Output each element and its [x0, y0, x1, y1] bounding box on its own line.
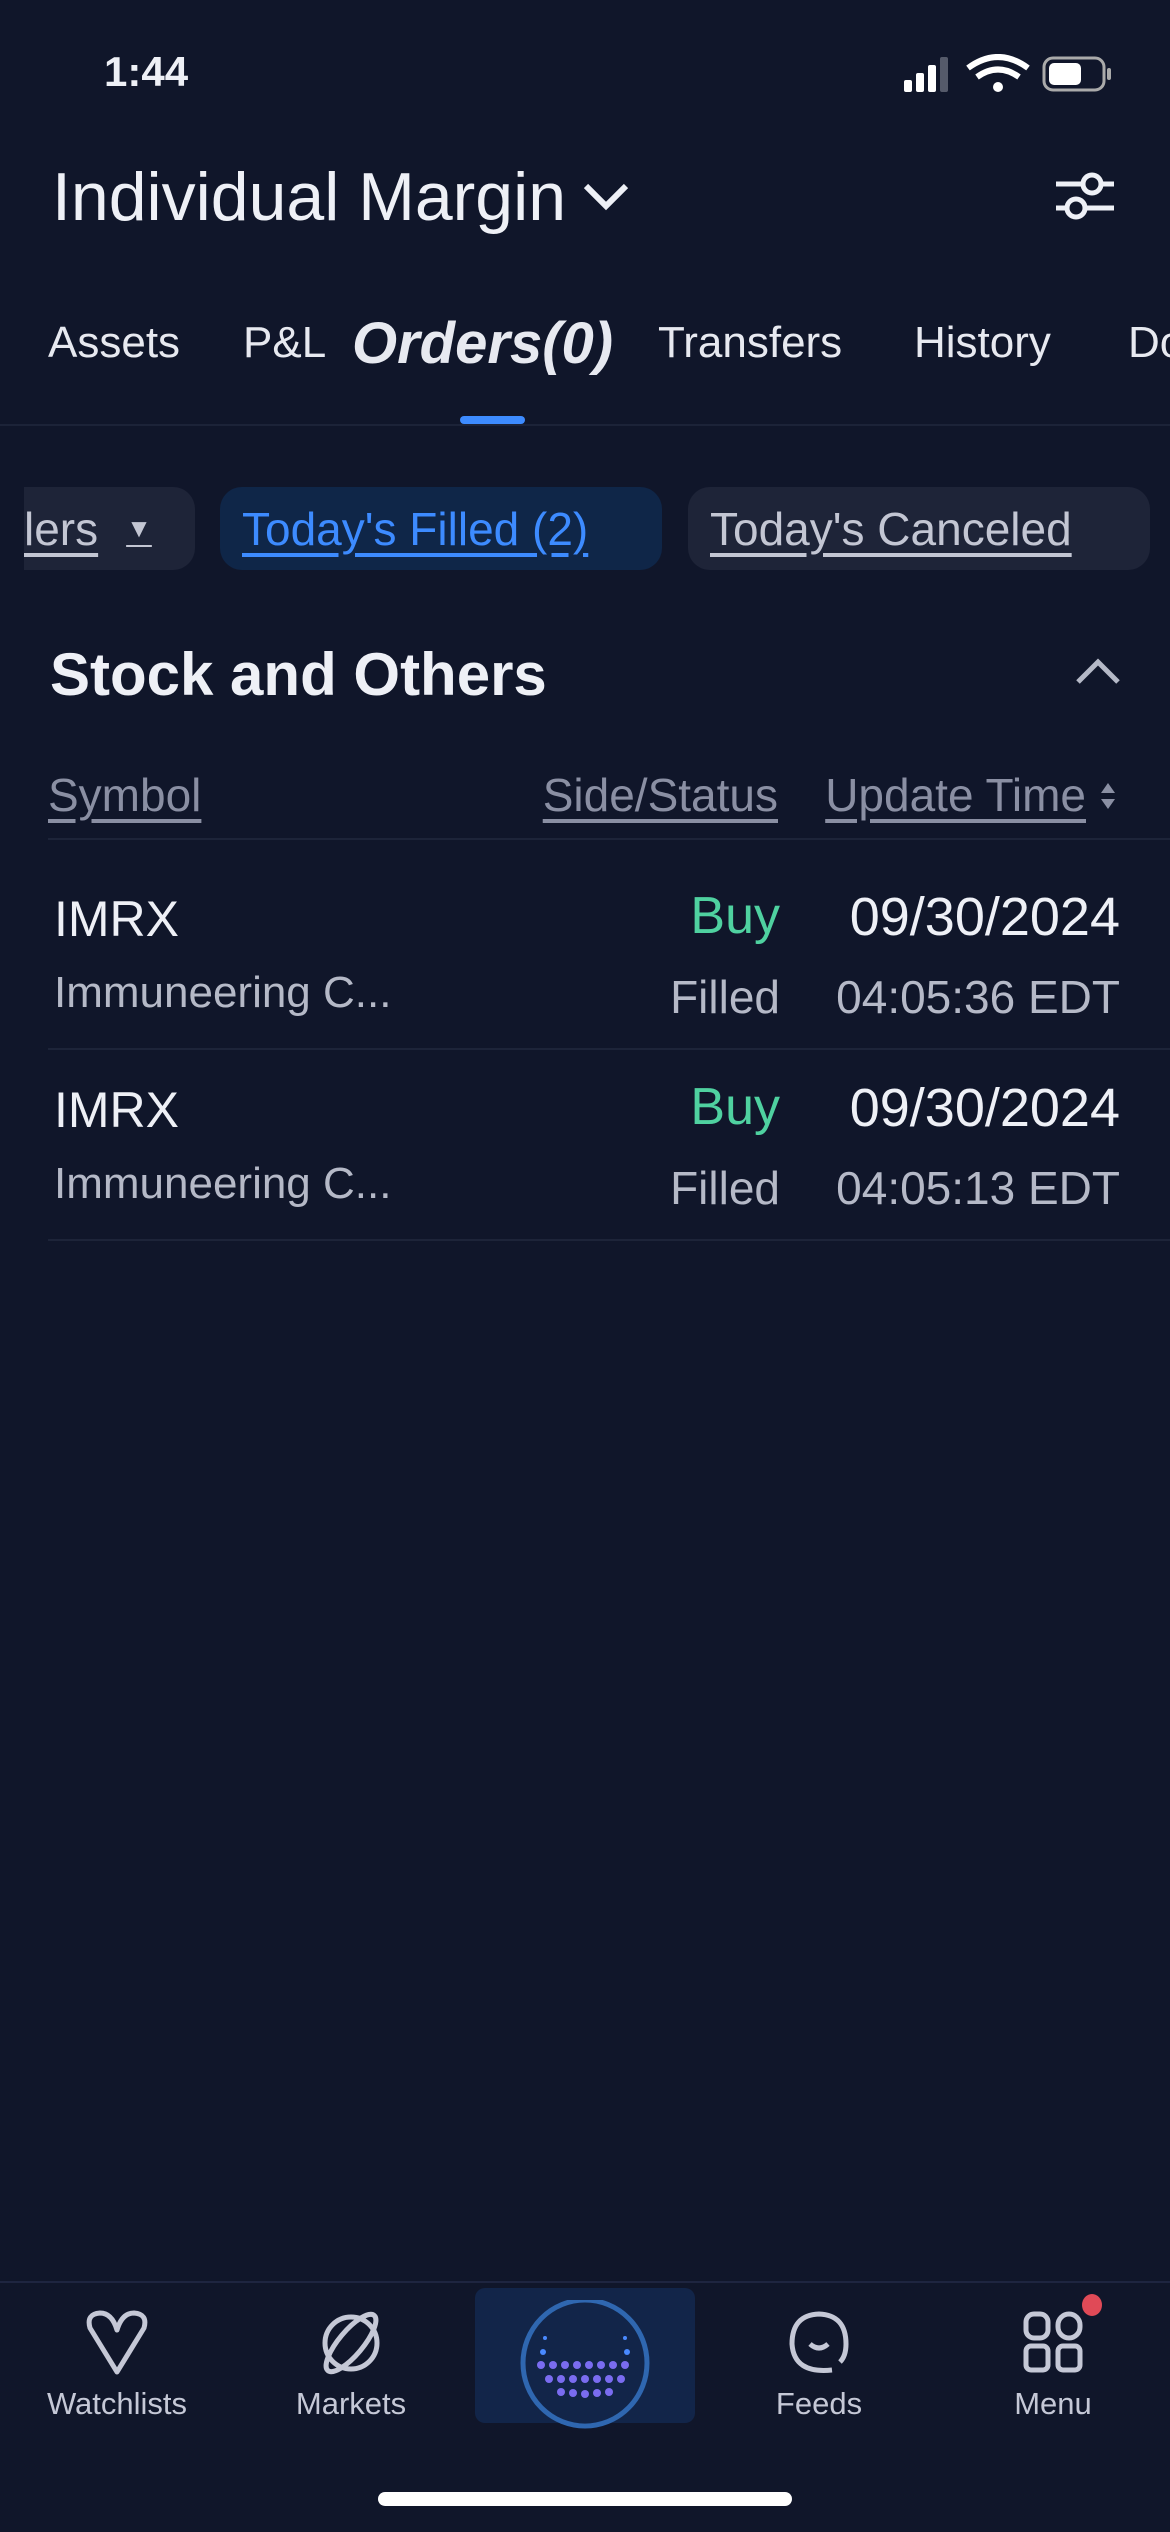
nav-label: Watchlists	[46, 2386, 188, 2421]
sort-icon[interactable]	[1098, 780, 1118, 812]
account-selector[interactable]: Individual Margin	[52, 158, 630, 236]
sliders-icon	[1056, 172, 1114, 220]
tab-history[interactable]: History	[914, 318, 1051, 368]
nav-label: Menu	[1014, 2386, 1092, 2421]
tab-bar: Assets P&L Orders(0) Transfers History D…	[0, 310, 1170, 426]
order-time: 04:05:36 EDT	[836, 971, 1120, 1023]
order-name: Immuneering C...	[54, 1159, 392, 1208]
order-time: 04:05:13 EDT	[836, 1162, 1120, 1214]
filter-todays-canceled[interactable]: Today's Canceled	[688, 487, 1150, 570]
column-symbol[interactable]: Symbol	[48, 768, 201, 822]
assistant-icon	[520, 2300, 650, 2429]
divider	[48, 1048, 1170, 1050]
nav-feeds[interactable]: Feeds	[702, 2300, 936, 2422]
column-update-time[interactable]: Update Time	[825, 768, 1086, 822]
chat-icon	[789, 2311, 849, 2373]
order-symbol: IMRX	[54, 891, 179, 947]
grid-icon	[1023, 2311, 1083, 2373]
heart-icon	[86, 2310, 148, 2375]
settings-sliders-button[interactable]	[1054, 168, 1116, 229]
tab-pnl[interactable]: P&L	[243, 318, 326, 368]
divider	[48, 838, 1170, 840]
chevron-up-icon[interactable]	[1074, 656, 1122, 686]
tab-assets[interactable]: Assets	[48, 318, 180, 368]
status-icons	[904, 54, 1114, 99]
order-status: Filled	[670, 1162, 780, 1214]
active-tab-indicator	[460, 416, 525, 424]
planet-icon	[322, 2311, 380, 2375]
order-status: Filled	[670, 971, 780, 1023]
tab-transfers[interactable]: Transfers	[658, 318, 842, 368]
section-title: Stock and Others	[50, 641, 547, 708]
column-side-status[interactable]: Side/Status	[543, 768, 778, 822]
order-date: 09/30/2024	[849, 1078, 1120, 1138]
home-indicator	[378, 2492, 792, 2506]
notification-badge	[1082, 2294, 1102, 2316]
filter-label: lers	[24, 502, 99, 555]
signal-wifi-battery-icon	[904, 54, 1111, 92]
divider	[48, 1239, 1170, 1241]
status-time: 1:44	[104, 48, 189, 95]
nav-assistant[interactable]	[475, 2288, 695, 2429]
nav-watchlists[interactable]: Watchlists	[0, 2300, 234, 2422]
order-side: Buy	[690, 1078, 780, 1136]
caret-down-icon: ▼	[126, 513, 152, 543]
order-symbol: IMRX	[54, 1082, 179, 1138]
tab-orders[interactable]: Orders(0)	[352, 310, 613, 377]
tab-documents[interactable]: Do	[1128, 318, 1170, 368]
filter-open-orders[interactable]: lers ▼	[24, 487, 195, 570]
filter-todays-filled[interactable]: Today's Filled (2)	[220, 487, 662, 570]
bottom-nav-border	[0, 2281, 1170, 2283]
chevron-down-icon	[583, 183, 629, 211]
order-side: Buy	[690, 887, 780, 945]
order-date: 09/30/2024	[849, 887, 1120, 947]
order-name: Immuneering C...	[54, 968, 392, 1017]
nav-menu[interactable]: Menu	[936, 2294, 1170, 2422]
account-name: Individual Margin	[52, 159, 567, 235]
nav-markets[interactable]: Markets	[234, 2300, 468, 2422]
nav-label: Feeds	[775, 2386, 863, 2421]
nav-label: Markets	[295, 2386, 407, 2421]
